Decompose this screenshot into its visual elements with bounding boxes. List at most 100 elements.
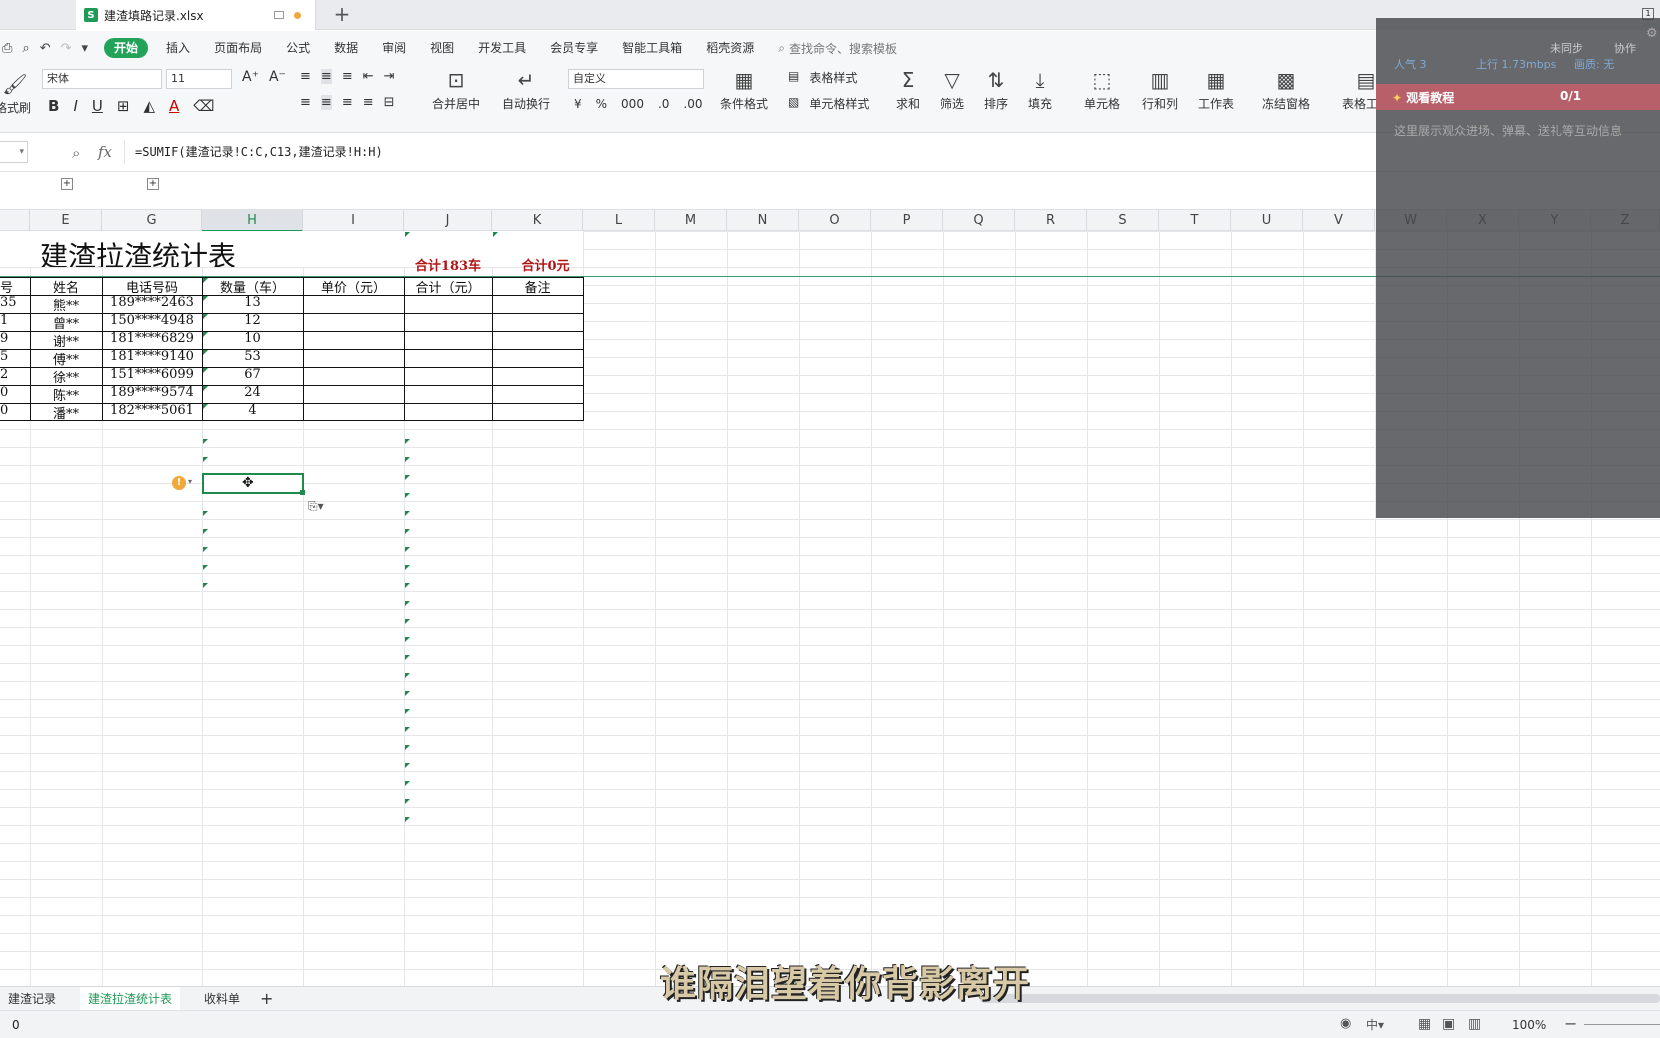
total-trucks-cell[interactable]: 合计183车 [404,255,492,273]
new-tab-button[interactable]: + [332,4,352,24]
increase-font-icon[interactable]: A⁺ [242,69,259,85]
cell-button[interactable]: ⬚ 单元格 [1084,65,1120,112]
row-phone-cell[interactable]: 189****9574 [102,385,202,403]
page-layout-icon[interactable]: ▣ [1442,1016,1455,1032]
row-phone-cell[interactable]: 151****6099 [102,367,202,385]
warning-icon[interactable]: ! [172,476,186,490]
column-header-n[interactable]: N [727,210,799,232]
merge-center-button[interactable]: ⊡ 合并居中 [432,65,480,112]
sum-button[interactable]: Σ 求和 [896,65,920,112]
formula-input[interactable]: =SUMIF(建渣记录!C:C,C13,建渣记录!H:H) [124,140,1374,164]
row-col-button[interactable]: ▥ 行和列 [1142,65,1178,112]
row-name-cell[interactable]: 陈** [30,385,102,403]
paste-options-icon[interactable]: ⎘▾ [308,499,336,517]
decrease-font-icon[interactable]: A⁻ [269,69,286,85]
fill-button[interactable]: ⤓ 填充 [1028,65,1052,112]
column-header-e[interactable]: E [30,210,102,232]
align-top-icon[interactable]: ≡ [300,69,311,84]
bold-icon[interactable]: B [48,97,59,115]
column-header-t[interactable]: T [1159,210,1231,232]
row-quantity-cell[interactable]: 13 [202,295,303,313]
expand-group-icon[interactable]: + [61,178,73,190]
input-method-icon[interactable]: 中▾ [1366,1016,1384,1033]
row-quantity-cell[interactable]: 12 [202,313,303,331]
worksheet-button[interactable]: ▦ 工作表 [1198,65,1234,112]
thousands-button[interactable]: 000 [621,97,644,111]
sync-status[interactable]: 未同步 [1550,40,1583,56]
row-quantity-cell[interactable]: 53 [202,349,303,367]
menu-formula[interactable]: 公式 [274,31,322,65]
row-no-cell[interactable]: 2 [0,367,30,385]
row-name-cell[interactable]: 徐** [30,367,102,385]
page-break-icon[interactable]: ▥ [1468,1016,1481,1032]
menu-view[interactable]: 视图 [418,31,466,65]
number-format-select[interactable]: 自定义 [568,69,704,89]
menu-home[interactable]: 开始 [104,38,149,58]
normal-view-icon[interactable]: ▦ [1418,1016,1431,1032]
align-right-icon[interactable]: ≡ [342,95,353,110]
fill-color-icon[interactable]: ◭ [143,97,155,115]
name-box[interactable]: ▾ [0,141,28,163]
column-header-k[interactable]: K [492,210,583,232]
filter-button[interactable]: ▽ 筛选 [940,65,964,112]
column-header-p[interactable]: P [871,210,943,232]
sheet-tab[interactable]: 收料单 [196,987,248,1011]
column-header-i[interactable]: I [303,210,404,232]
row-phone-cell[interactable]: 181****6829 [102,331,202,349]
conditional-format-button[interactable]: ▦ 条件格式 [720,65,768,112]
cell-style-button[interactable]: ▧ 单元格样式 [788,95,869,112]
row-phone-cell[interactable]: 150****4948 [102,313,202,331]
command-search[interactable]: ⌕ 查找命令、搜索模板 [778,40,897,57]
expand-group-icon[interactable]: + [147,178,159,190]
horizontal-scrollbar[interactable] [980,994,1660,1003]
settings-gear-icon[interactable]: ⚙ [1646,26,1658,41]
sort-button[interactable]: ⇅ 排序 [984,65,1008,112]
column-header-h[interactable]: H [202,210,303,232]
redo-icon[interactable]: ↷ [61,41,72,56]
header-quantity[interactable]: 数量（车） [202,277,303,295]
italic-icon[interactable]: I [73,97,77,115]
column-header-m[interactable]: M [655,210,727,232]
row-phone-cell[interactable]: 182****5061 [102,403,202,420]
header-price[interactable]: 单价（元） [303,277,404,295]
row-name-cell[interactable]: 潘** [30,403,102,420]
font-color-icon[interactable]: A [169,97,179,115]
print-preview-icon[interactable]: ⌕ [22,41,29,56]
freeze-button[interactable]: ▩ 冻结窗格 [1262,65,1310,112]
row-no-cell[interactable]: 5 [0,349,30,367]
row-name-cell[interactable]: 傅** [30,349,102,367]
row-no-cell[interactable]: 0 [0,403,30,420]
add-sheet-icon[interactable]: + [252,987,281,1011]
sheet-tab-active[interactable]: 建渣拉渣统计表 [80,987,181,1011]
column-header-q[interactable]: Q [943,210,1015,232]
menu-developer[interactable]: 开发工具 [466,31,538,65]
print-icon[interactable]: ⎙ [2,41,12,56]
column-header-s[interactable]: S [1087,210,1159,232]
indent-decrease-icon[interactable]: ⇤ [363,69,374,84]
total-money-cell[interactable]: 合计0元 [508,255,583,273]
menu-toolbox[interactable]: 智能工具箱 [610,31,694,65]
decimal-increase-icon[interactable]: .0 [658,97,669,111]
row-phone-cell[interactable]: 181****9140 [102,349,202,367]
zoom-formula-icon[interactable]: ⌕ [72,144,80,162]
menu-review[interactable]: 审阅 [370,31,418,65]
undo-icon[interactable]: ↶ [40,41,51,56]
column-header-g[interactable]: G [102,210,202,232]
wrap-text-button[interactable]: ↵ 自动换行 [502,65,550,112]
font-size-select[interactable]: 11 [166,69,232,89]
row-name-cell[interactable]: 曾** [30,313,102,331]
row-name-cell[interactable]: 谢** [30,331,102,349]
menu-member[interactable]: 会员专享 [538,31,610,65]
column-header-d[interactable] [0,210,30,232]
row-name-cell[interactable]: 熊** [30,295,102,313]
row-no-cell[interactable]: 9 [0,331,30,349]
table-style-button[interactable]: ▤ 表格样式 [788,69,857,86]
format-painter-button[interactable]: 🖌 格式刷 [0,69,31,116]
header-no[interactable]: 号 [0,277,30,295]
align-center-icon[interactable]: ≡ [320,95,332,110]
column-header-r[interactable]: R [1015,210,1087,232]
row-no-cell[interactable]: 0 [0,385,30,403]
row-no-cell[interactable]: 35 [0,295,30,313]
zoom-slider[interactable] [1584,1024,1660,1025]
border-icon[interactable]: ⊞ [117,97,130,115]
